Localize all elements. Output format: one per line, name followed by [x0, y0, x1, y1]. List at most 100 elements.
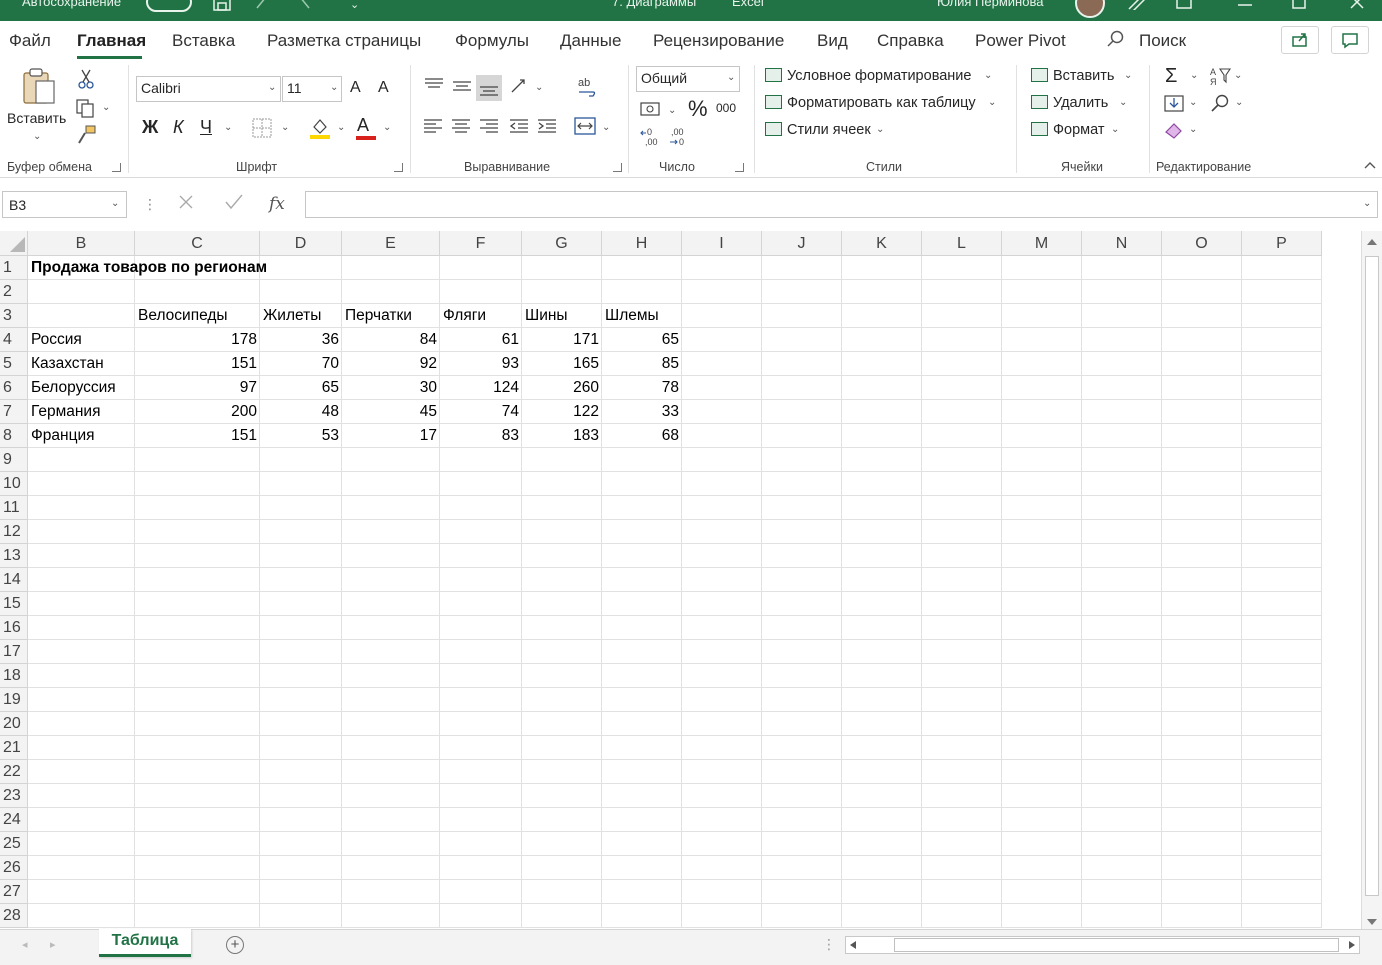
- column-header[interactable]: L: [922, 231, 1002, 256]
- column-header[interactable]: N: [1082, 231, 1162, 256]
- cut-icon[interactable]: [78, 69, 94, 92]
- row-header[interactable]: 3: [0, 304, 28, 328]
- value-cell[interactable]: 85: [602, 352, 682, 376]
- row-header[interactable]: 13: [0, 544, 28, 568]
- find-select-dropdown-icon[interactable]: ⌄: [1235, 97, 1243, 108]
- insert-cells-dropdown-icon[interactable]: ⌄: [1124, 70, 1132, 81]
- align-center-icon[interactable]: [451, 117, 471, 140]
- borders-icon[interactable]: [252, 118, 272, 141]
- column-header-cell[interactable]: Жилеты: [260, 304, 342, 328]
- minimize-icon[interactable]: [1238, 0, 1252, 14]
- row-header[interactable]: 26: [0, 856, 28, 880]
- bold-button[interactable]: Ж: [142, 117, 158, 138]
- row-header[interactable]: 11: [0, 496, 28, 520]
- number-format-select[interactable]: Общий: [636, 66, 740, 92]
- tab-data[interactable]: Данные: [560, 31, 621, 51]
- share-button[interactable]: [1281, 26, 1319, 54]
- borders-dropdown-icon[interactable]: ⌄: [281, 122, 289, 133]
- value-cell[interactable]: 183: [522, 424, 602, 448]
- scroll-up-icon[interactable]: [1366, 238, 1378, 246]
- expand-formula-bar-icon[interactable]: ⌄: [1363, 198, 1371, 209]
- formula-bar-grip-icon[interactable]: ⋮: [143, 196, 157, 213]
- underline-dropdown-icon[interactable]: ⌄: [224, 122, 232, 133]
- delete-cells-dropdown-icon[interactable]: ⌄: [1119, 97, 1127, 108]
- horizontal-scrollbar[interactable]: [845, 936, 1360, 954]
- align-left-icon[interactable]: [423, 117, 443, 140]
- find-select-icon[interactable]: [1210, 93, 1230, 116]
- column-header[interactable]: K: [842, 231, 922, 256]
- row-header[interactable]: 9: [0, 448, 28, 472]
- align-middle-icon[interactable]: [452, 77, 472, 98]
- column-header[interactable]: P: [1242, 231, 1322, 256]
- tab-home[interactable]: Главная: [77, 31, 146, 51]
- user-name[interactable]: Юлия Перминова: [937, 0, 1043, 9]
- grow-font-button[interactable]: A: [350, 79, 361, 97]
- autosave-toggle[interactable]: [146, 0, 192, 12]
- align-top-icon[interactable]: [424, 77, 444, 98]
- fill-dropdown-icon[interactable]: ⌄: [1189, 97, 1197, 108]
- search-icon[interactable]: [1107, 30, 1125, 48]
- value-cell[interactable]: 74: [440, 400, 522, 424]
- currency-format-icon[interactable]: [640, 100, 662, 121]
- next-sheet-icon[interactable]: ▸: [50, 938, 56, 951]
- scroll-right-icon[interactable]: [1348, 940, 1356, 950]
- value-cell[interactable]: 53: [260, 424, 342, 448]
- sort-filter-icon[interactable]: AЯ: [1210, 66, 1232, 89]
- row-header[interactable]: 27: [0, 880, 28, 904]
- format-cells-button[interactable]: Формат: [1053, 122, 1105, 138]
- value-cell[interactable]: 33: [602, 400, 682, 424]
- thousands-separator-button[interactable]: 000: [716, 101, 736, 115]
- row-header[interactable]: 21: [0, 736, 28, 760]
- orientation-icon[interactable]: [510, 76, 532, 99]
- row-header[interactable]: 14: [0, 568, 28, 592]
- column-header[interactable]: F: [440, 231, 522, 256]
- align-right-icon[interactable]: [479, 117, 499, 140]
- row-header[interactable]: 6: [0, 376, 28, 400]
- restore-icon[interactable]: [1292, 0, 1306, 15]
- value-cell[interactable]: 151: [135, 424, 260, 448]
- cell-styles-dropdown-icon[interactable]: ⌄: [876, 124, 884, 135]
- copy-dropdown-icon[interactable]: ⌄: [102, 102, 110, 113]
- ribbon-display-icon[interactable]: [1176, 0, 1192, 15]
- value-cell[interactable]: 36: [260, 328, 342, 352]
- number-format-dropdown-icon[interactable]: ⌄: [727, 72, 735, 83]
- row-header[interactable]: 4: [0, 328, 28, 352]
- column-header[interactable]: E: [342, 231, 440, 256]
- scroll-left-icon[interactable]: [849, 940, 857, 950]
- fill-color-dropdown-icon[interactable]: ⌄: [337, 122, 345, 133]
- column-header[interactable]: J: [762, 231, 842, 256]
- redo-icon[interactable]: [296, 0, 310, 14]
- column-header[interactable]: H: [602, 231, 682, 256]
- row-header[interactable]: 12: [0, 520, 28, 544]
- vertical-scroll-thumb[interactable]: [1365, 256, 1379, 896]
- value-cell[interactable]: 17: [342, 424, 440, 448]
- value-cell[interactable]: 165: [522, 352, 602, 376]
- shrink-font-button[interactable]: A: [378, 79, 389, 97]
- value-cell[interactable]: 65: [602, 328, 682, 352]
- column-header-cell[interactable]: Фляги: [440, 304, 522, 328]
- delete-cells-icon[interactable]: [1031, 95, 1048, 109]
- column-header-cell[interactable]: Перчатки: [342, 304, 440, 328]
- autosum-icon[interactable]: Σ: [1165, 65, 1177, 88]
- row-header[interactable]: 1: [0, 256, 28, 280]
- value-cell[interactable]: 97: [135, 376, 260, 400]
- clipboard-launcher-icon[interactable]: [112, 163, 121, 172]
- row-header[interactable]: 23: [0, 784, 28, 808]
- save-icon[interactable]: [212, 0, 232, 17]
- sort-filter-dropdown-icon[interactable]: ⌄: [1234, 70, 1242, 81]
- conditional-formatting-dropdown-icon[interactable]: ⌄: [984, 70, 992, 81]
- row-header[interactable]: 2: [0, 280, 28, 304]
- font-color-dropdown-icon[interactable]: ⌄: [383, 122, 391, 133]
- column-header[interactable]: I: [682, 231, 762, 256]
- region-cell[interactable]: Россия: [28, 328, 135, 352]
- row-header[interactable]: 18: [0, 664, 28, 688]
- undo-icon[interactable]: [256, 0, 270, 14]
- format-as-table-button[interactable]: Форматировать как таблицу: [787, 95, 976, 111]
- cancel-entry-icon[interactable]: [178, 194, 194, 215]
- conditional-formatting-button[interactable]: Условное форматирование: [787, 68, 971, 84]
- value-cell[interactable]: 84: [342, 328, 440, 352]
- formula-input[interactable]: [305, 191, 1378, 218]
- vertical-scrollbar[interactable]: [1361, 231, 1382, 929]
- value-cell[interactable]: 78: [602, 376, 682, 400]
- row-header[interactable]: 20: [0, 712, 28, 736]
